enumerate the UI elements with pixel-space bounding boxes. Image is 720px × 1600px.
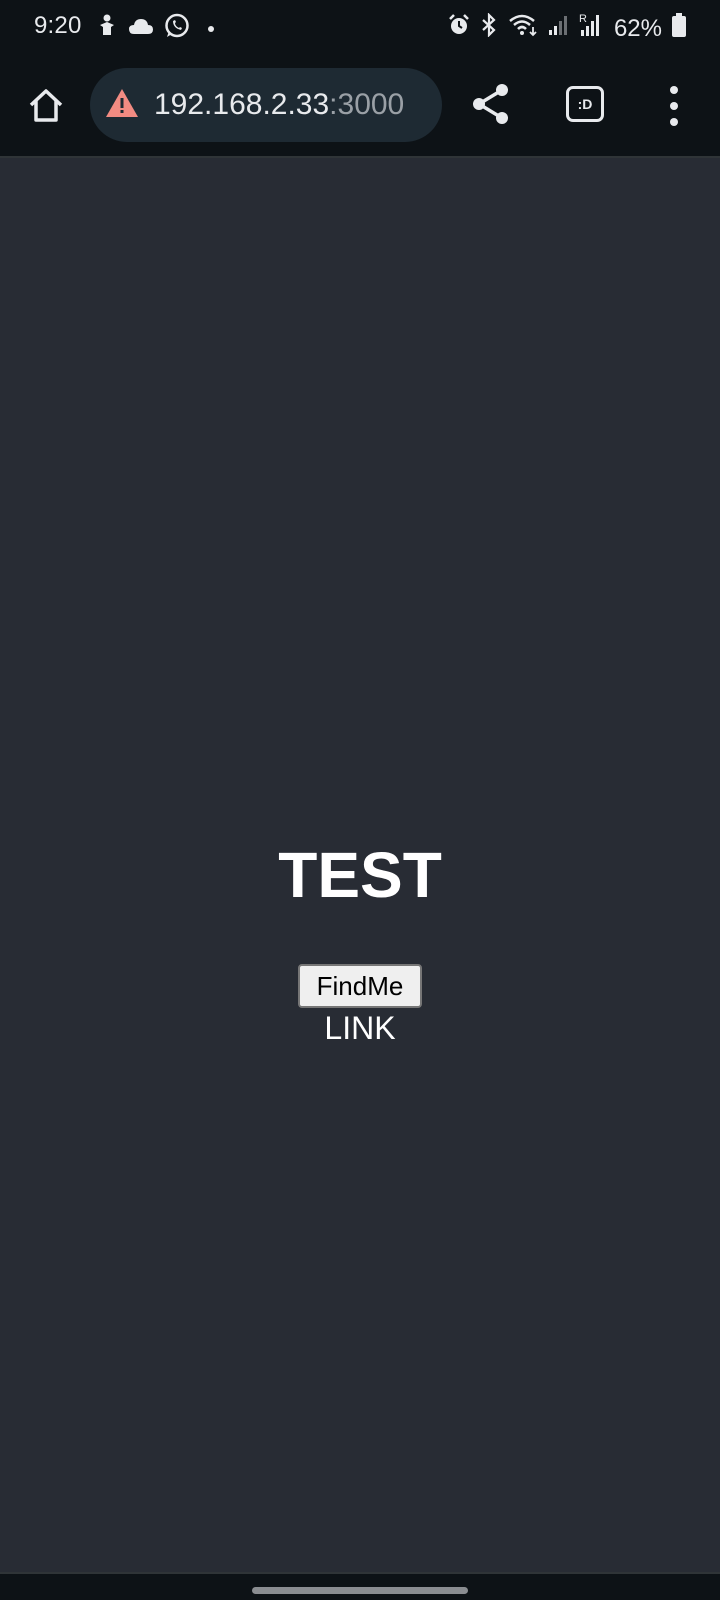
more-dot-icon [670, 86, 678, 94]
web-page: TEST FindMe LINK [0, 158, 720, 1572]
battery-icon [672, 13, 686, 44]
browser-toolbar: 192.168.2.33:3000 :D [0, 56, 720, 158]
bluetooth-icon [480, 12, 498, 44]
home-gesture-handle[interactable] [252, 1587, 468, 1594]
url-port: :3000 [329, 88, 405, 121]
url-host: 192.168.2.33 [154, 88, 330, 121]
status-right-icons: R 62% [448, 12, 686, 45]
gesture-icon [96, 13, 118, 44]
notification-dot-icon [208, 25, 214, 32]
findme-button[interactable]: FindMe [298, 964, 422, 1008]
navigation-bar [0, 1572, 720, 1600]
status-bar: 9:20 R 62% [0, 0, 720, 56]
signal-r-icon: R [578, 12, 604, 45]
more-menu-button[interactable] [658, 86, 690, 126]
more-dot-icon [670, 102, 678, 110]
tab-switcher-button[interactable]: :D [566, 86, 604, 122]
share-icon [473, 84, 508, 124]
cloud-icon [128, 16, 154, 41]
page-heading: TEST [278, 839, 442, 911]
warning-icon[interactable] [104, 87, 140, 124]
home-button[interactable] [22, 82, 70, 130]
address-bar[interactable]: 192.168.2.33:3000 [90, 68, 442, 142]
phone-screen: 9:20 R 62% 192.168.2.33:3000:D TEST Fin… [0, 0, 720, 1600]
url-text[interactable]: 192.168.2.33:3000 [154, 88, 404, 122]
status-time: 9:20 [34, 12, 82, 39]
alarm-icon [448, 14, 470, 43]
svg-text:R: R [579, 13, 587, 25]
home-icon [29, 89, 63, 122]
whatsapp-icon [164, 13, 190, 44]
signal-icon [548, 14, 568, 43]
more-dot-icon [670, 118, 678, 126]
page-link[interactable]: LINK [0, 1010, 720, 1047]
status-left-icons [96, 13, 214, 44]
wifi-icon [508, 13, 538, 44]
battery-percent: 62% [613, 14, 662, 42]
share-button[interactable] [468, 80, 514, 128]
